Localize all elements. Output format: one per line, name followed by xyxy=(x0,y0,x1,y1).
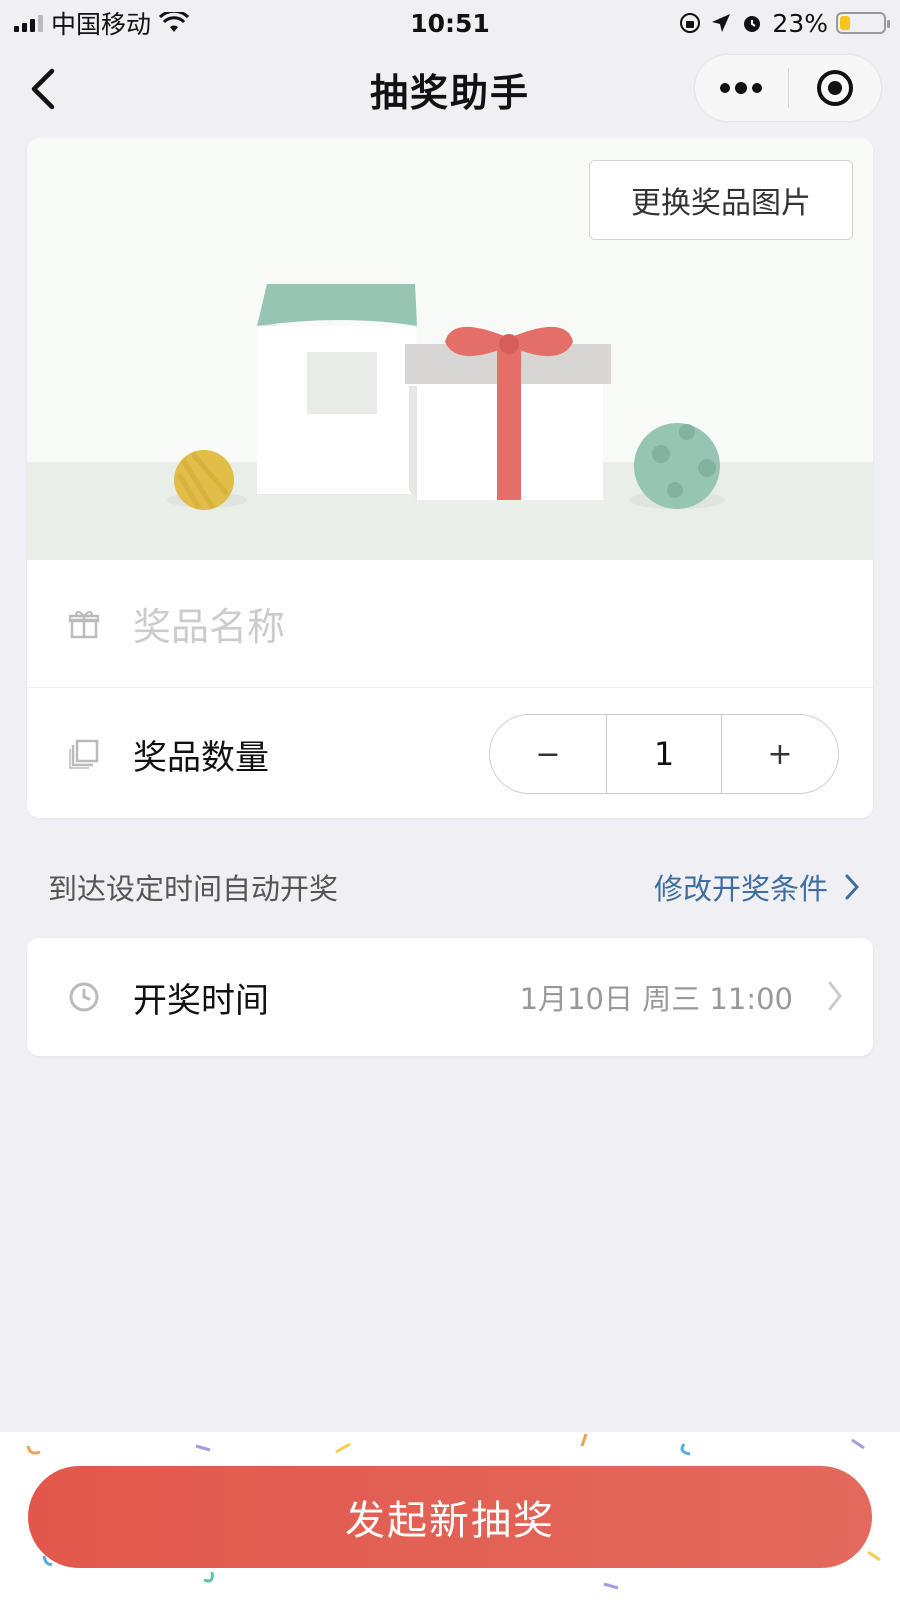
more-button[interactable] xyxy=(695,55,788,121)
clock-icon xyxy=(67,980,101,1014)
status-right: 23% xyxy=(678,8,890,38)
battery-fill xyxy=(840,16,850,30)
decrement-button[interactable]: − xyxy=(490,715,606,793)
location-icon xyxy=(712,14,731,32)
draw-time-value: 1月10日 周三 11:00 xyxy=(519,982,793,1016)
battery-icon xyxy=(836,12,890,34)
layers-icon xyxy=(67,737,101,771)
gift-icon xyxy=(67,607,101,641)
start-lottery-button[interactable]: 发起新抽奖 xyxy=(28,1466,872,1568)
signal-icon xyxy=(14,14,43,32)
draw-condition-hint: 到达设定时间自动开奖 xyxy=(48,872,339,906)
page-title: 抽奖助手 xyxy=(369,70,530,115)
target-icon xyxy=(816,70,853,106)
increment-button[interactable]: + xyxy=(722,715,838,793)
draw-time-label: 开奖时间 xyxy=(133,980,269,1021)
prize-name-row[interactable]: 奖品名称 xyxy=(27,560,873,688)
back-arrow-icon xyxy=(31,68,55,110)
close-miniprogram-button[interactable] xyxy=(789,55,882,121)
modify-condition-label: 修改开奖条件 xyxy=(653,872,828,906)
chevron-right-icon xyxy=(845,874,860,900)
prize-name-input[interactable]: 奖品名称 xyxy=(133,596,285,651)
status-bar: 中国移动 10:51 23% xyxy=(0,0,900,46)
bottom-action-area: 发起新抽奖 xyxy=(0,1432,900,1600)
change-image-button[interactable]: 更换奖品图片 xyxy=(589,160,853,240)
orientation-lock-icon xyxy=(680,13,701,33)
status-left: 中国移动 xyxy=(14,5,190,41)
prize-card: 更换奖品图片 奖品名称 奖品数量 − 1 + xyxy=(27,138,873,818)
draw-condition-header: 到达设定时间自动开奖 修改开奖条件 xyxy=(0,860,900,914)
modify-condition-link[interactable]: 修改开奖条件 xyxy=(654,866,860,908)
more-icon xyxy=(720,82,763,94)
capsule-menu xyxy=(694,54,882,122)
draw-time-row[interactable]: 开奖时间 1月10日 周三 11:00 xyxy=(27,938,873,1056)
back-button[interactable] xyxy=(18,64,68,114)
carrier-label: 中国移动 xyxy=(51,10,152,39)
chevron-right-icon xyxy=(828,981,842,1011)
alarm-icon xyxy=(744,16,761,32)
prize-quantity-row: 奖品数量 − 1 + xyxy=(27,690,873,818)
quantity-value[interactable]: 1 xyxy=(606,715,722,793)
quantity-stepper: − 1 + xyxy=(489,714,839,794)
nav-bar: 抽奖助手 xyxy=(0,46,900,132)
battery-percent: 23% xyxy=(772,8,828,38)
prize-image[interactable]: 更换奖品图片 xyxy=(27,138,873,560)
quantity-label: 奖品数量 xyxy=(133,737,269,778)
wifi-icon xyxy=(159,12,190,32)
